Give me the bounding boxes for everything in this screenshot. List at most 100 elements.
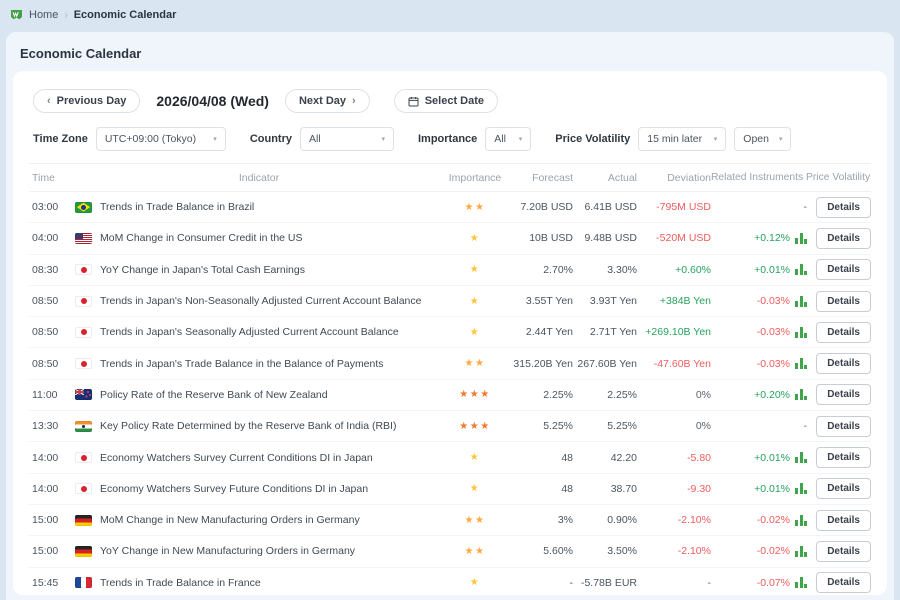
- table-body: 03:00Trends in Trade Balance in Brazil★★…: [29, 192, 871, 595]
- bar-chart-icon[interactable]: [795, 546, 807, 557]
- header-deviation: Deviation: [637, 172, 711, 184]
- volatility-value: +0.01%: [754, 264, 790, 276]
- forecast-value: 3%: [507, 514, 573, 526]
- indicator-name: Key Policy Rate Determined by the Reserv…: [100, 420, 396, 432]
- actual-value: 38.70: [573, 483, 637, 495]
- actual-value: 0.90%: [573, 514, 637, 526]
- forecast-value: 3.55T Yen: [507, 295, 573, 307]
- header-indicator: Indicator: [75, 172, 443, 184]
- page-title: Economic Calendar: [6, 32, 894, 71]
- volatility-value: -0.02%: [757, 545, 790, 557]
- br-flag-icon: [75, 202, 92, 213]
- deviation-value: -5.80: [637, 452, 711, 464]
- event-time: 11:00: [29, 389, 75, 401]
- indicator-cell: Economy Watchers Survey Future Condition…: [75, 483, 443, 495]
- bar-chart-icon[interactable]: [795, 515, 807, 526]
- volatility-value: +0.20%: [754, 389, 790, 401]
- deviation-value: +384B Yen: [637, 295, 711, 307]
- country-select[interactable]: All ▾: [300, 127, 394, 151]
- table-row: 08:50Trends in Japan's Trade Balance in …: [29, 348, 871, 379]
- importance-stars: ★★: [443, 358, 507, 369]
- select-date-button[interactable]: Select Date: [394, 89, 498, 113]
- details-cell: Details: [807, 478, 871, 499]
- calendar-icon: [408, 96, 419, 107]
- details-cell: Details: [807, 228, 871, 249]
- details-button[interactable]: Details: [816, 353, 871, 374]
- actual-value: -5.78B EUR: [573, 577, 637, 589]
- details-cell: Details: [807, 447, 871, 468]
- details-button[interactable]: Details: [816, 541, 871, 562]
- time-zone-select[interactable]: UTC+09:00 (Tokyo) ▾: [96, 127, 226, 151]
- in-flag-icon: [75, 421, 92, 432]
- indicator-name: YoY Change in Japan's Total Cash Earning…: [100, 264, 305, 276]
- forecast-value: 48: [507, 452, 573, 464]
- next-day-button[interactable]: Next Day ›: [285, 89, 370, 113]
- volatility-value: +0.12%: [754, 232, 790, 244]
- jp-flag-icon: [75, 296, 92, 307]
- previous-day-button[interactable]: ‹ Previous Day: [33, 89, 140, 113]
- deviation-value: -520M USD: [637, 232, 711, 244]
- volatility-price-select[interactable]: Open ▾: [734, 127, 791, 151]
- indicator-name: Economy Watchers Survey Current Conditio…: [100, 452, 373, 464]
- indicator-name: MoM Change in New Manufacturing Orders i…: [100, 514, 360, 526]
- details-button[interactable]: Details: [816, 478, 871, 499]
- importance-stars: ★★: [443, 515, 507, 526]
- forecast-value: 2.44T Yen: [507, 326, 573, 338]
- indicator-cell: Trends in Trade Balance in France: [75, 577, 443, 589]
- details-button[interactable]: Details: [816, 259, 871, 280]
- related-volatility-cell: +0.12%: [711, 232, 807, 244]
- details-button[interactable]: Details: [816, 416, 871, 437]
- deviation-value: 0%: [637, 389, 711, 401]
- country-label: Country: [250, 133, 292, 145]
- filter-bar: Time Zone UTC+09:00 (Tokyo) ▾ Country Al…: [29, 123, 871, 164]
- details-button[interactable]: Details: [816, 197, 871, 218]
- main-panel: Economic Calendar ‹ Previous Day 2026/04…: [6, 32, 894, 600]
- related-volatility-cell: -0.03%: [711, 326, 807, 338]
- details-button[interactable]: Details: [816, 510, 871, 531]
- table-row: 08:50Trends in Japan's Non-Seasonally Ad…: [29, 286, 871, 317]
- details-button[interactable]: Details: [816, 384, 871, 405]
- bar-chart-icon[interactable]: [795, 327, 807, 338]
- event-time: 08:30: [29, 264, 75, 276]
- details-button[interactable]: Details: [816, 447, 871, 468]
- volatility-value: -0.07%: [757, 577, 790, 589]
- indicator-name: YoY Change in New Manufacturing Orders i…: [100, 545, 355, 557]
- header-importance: Importance: [443, 172, 507, 184]
- volatility-value: -0.03%: [757, 295, 790, 307]
- related-volatility-cell: -0.03%: [711, 295, 807, 307]
- details-cell: Details: [807, 572, 871, 593]
- bar-chart-icon[interactable]: [795, 389, 807, 400]
- date-navigation: ‹ Previous Day 2026/04/08 (Wed) Next Day…: [29, 83, 871, 123]
- bar-chart-icon[interactable]: [795, 452, 807, 463]
- details-button[interactable]: Details: [816, 572, 871, 593]
- deviation-value: +269.10B Yen: [637, 326, 711, 338]
- bar-chart-icon[interactable]: [795, 577, 807, 588]
- indicator-name: MoM Change in Consumer Credit in the US: [100, 232, 303, 244]
- indicator-cell: Trends in Japan's Non-Seasonally Adjuste…: [75, 295, 443, 307]
- indicator-cell: Policy Rate of the Reserve Bank of New Z…: [75, 389, 443, 401]
- jp-flag-icon: [75, 327, 92, 338]
- forecast-value: 7.20B USD: [507, 201, 573, 213]
- indicator-cell: YoY Change in New Manufacturing Orders i…: [75, 545, 443, 557]
- importance-stars: ★: [443, 233, 507, 244]
- bar-chart-icon[interactable]: [795, 483, 807, 494]
- details-button[interactable]: Details: [816, 322, 871, 343]
- related-volatility-cell: -0.02%: [711, 514, 807, 526]
- related-volatility-cell: +0.01%: [711, 483, 807, 495]
- indicator-cell: Trends in Japan's Trade Balance in the B…: [75, 358, 443, 370]
- event-time: 08:50: [29, 326, 75, 338]
- importance-select[interactable]: All ▾: [485, 127, 531, 151]
- bar-chart-icon[interactable]: [795, 296, 807, 307]
- forecast-value: 2.25%: [507, 389, 573, 401]
- details-button[interactable]: Details: [816, 291, 871, 312]
- header-time: Time: [29, 172, 75, 184]
- bar-chart-icon[interactable]: [795, 233, 807, 244]
- details-cell: Details: [807, 197, 871, 218]
- bar-chart-icon[interactable]: [795, 264, 807, 275]
- bar-chart-icon[interactable]: [795, 358, 807, 369]
- related-volatility-cell: -0.02%: [711, 545, 807, 557]
- chevron-down-icon: ▾: [519, 135, 523, 143]
- details-button[interactable]: Details: [816, 228, 871, 249]
- volatility-timing-select[interactable]: 15 min later ▾: [638, 127, 726, 151]
- breadcrumb-home-link[interactable]: Home: [29, 9, 58, 21]
